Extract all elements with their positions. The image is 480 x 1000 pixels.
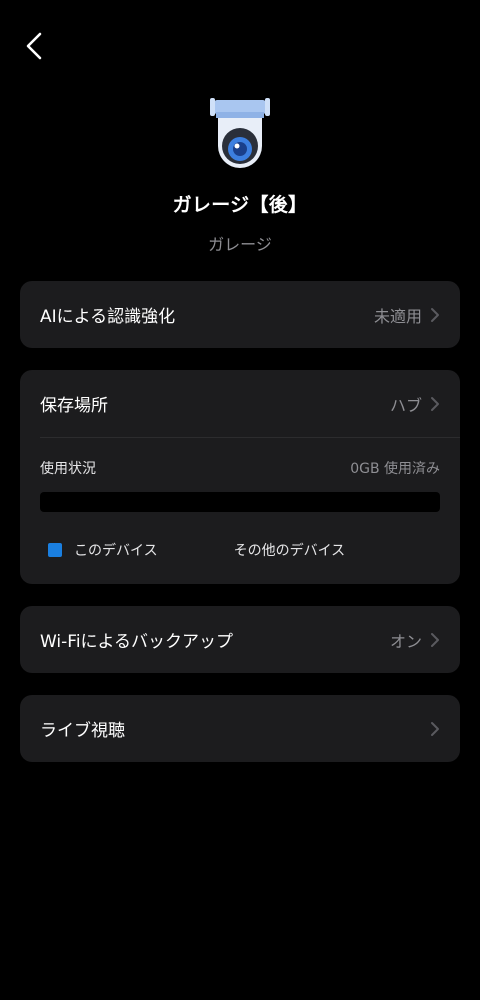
usage-bar xyxy=(40,492,440,512)
chevron-right-icon xyxy=(431,721,439,736)
usage-header: 使用状況 0GB 使用済み xyxy=(20,458,460,478)
chevron-left-icon xyxy=(26,32,42,60)
divider xyxy=(40,437,460,438)
back-button[interactable] xyxy=(14,24,54,68)
legend-swatch xyxy=(48,543,62,557)
live-view-label: ライブ視聴 xyxy=(40,721,125,741)
wifi-backup-row[interactable]: Wi-Fiによるバックアップ オン xyxy=(20,606,460,673)
legend-label: このデバイス xyxy=(74,543,158,559)
legend-item-other-devices: その他のデバイス xyxy=(207,540,346,560)
usage-value: 0GB 使用済み xyxy=(350,461,440,477)
wifi-backup-card: Wi-Fiによるバックアップ オン xyxy=(20,606,460,673)
device-settings-screen: ガレージ【後】 ガレージ AIによる認識強化 未適用 保存場所 ハブ 使用状況 … xyxy=(0,0,480,1000)
live-view-row[interactable]: ライブ視聴 xyxy=(20,695,460,762)
ai-enhancement-card: AIによる認識強化 未適用 xyxy=(20,281,460,348)
ai-enhancement-label: AIによる認識強化 xyxy=(40,307,176,327)
live-view-card: ライブ視聴 xyxy=(20,695,460,762)
legend-label: その他のデバイス xyxy=(233,543,346,559)
legend-item-this-device: このデバイス xyxy=(48,540,158,560)
storage-card: 保存場所 ハブ 使用状況 0GB 使用済み このデバイス その他のデバイス xyxy=(20,370,460,584)
device-room: ガレージ xyxy=(208,235,272,254)
security-camera-icon xyxy=(210,98,270,168)
storage-location-label: 保存場所 xyxy=(40,396,108,416)
legend-swatch xyxy=(207,543,222,557)
device-header: ガレージ【後】 ガレージ xyxy=(0,96,480,255)
usage-label: 使用状況 xyxy=(40,461,96,477)
usage-legend: このデバイス その他のデバイス xyxy=(20,540,460,560)
device-name: ガレージ【後】 xyxy=(172,194,308,216)
chevron-right-icon xyxy=(431,307,439,322)
ai-enhancement-value: 未適用 xyxy=(373,306,422,326)
wifi-backup-label: Wi-Fiによるバックアップ xyxy=(40,632,234,652)
chevron-right-icon xyxy=(431,396,439,411)
ai-enhancement-row[interactable]: AIによる認識強化 未適用 xyxy=(20,281,460,348)
wifi-backup-value: オン xyxy=(389,631,422,651)
storage-location-value: ハブ xyxy=(389,395,422,415)
chevron-right-icon xyxy=(431,632,439,647)
storage-location-row[interactable]: 保存場所 ハブ xyxy=(20,370,460,437)
